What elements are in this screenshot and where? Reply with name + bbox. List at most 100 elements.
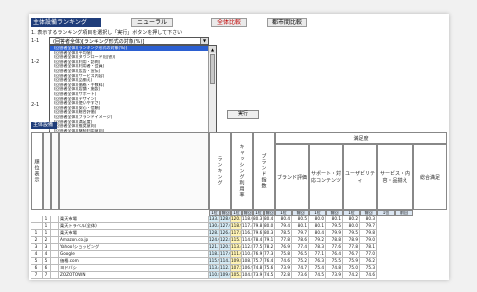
- table-cell: 4: [43, 251, 51, 258]
- table-cell: [51, 265, 59, 272]
- table-cell: 7: [31, 272, 43, 279]
- table-cell: 79.0: [360, 237, 377, 244]
- chevron-down-icon[interactable]: ▼: [200, 38, 208, 44]
- table-cell: 79.4: [275, 223, 292, 230]
- table-cell: 78.6: [292, 237, 309, 244]
- scroll-up-icon[interactable]: ▲: [209, 46, 216, 53]
- table-cell: 79.5: [343, 230, 360, 237]
- satisfaction-group-header: 満足度: [275, 132, 447, 144]
- table-cell: 79.9: [326, 230, 343, 237]
- table-cell: [51, 244, 59, 251]
- table-cell: [51, 230, 59, 237]
- table-cell: [51, 216, 59, 223]
- table-cell: 価格.com: [59, 258, 209, 265]
- table-cell: 3: [43, 244, 51, 251]
- table-row[interactable]: 1 楽天トラベル(全体) 130.4 127.6 118.9 117.4 79.8 80.0 7…: [31, 223, 447, 230]
- table-row[interactable]: 7 7 ZOZOTOWN 110.8 109.6 105.2 104.8 73.9 74.5 72…: [31, 272, 447, 279]
- toolbar: 主体設備ランキング ニューラル 全体比較 都市間比較: [31, 18, 331, 27]
- table-cell: 75.3: [360, 265, 377, 272]
- table-cell: 133.1: [209, 216, 220, 223]
- table-cell: [31, 223, 43, 230]
- table-cell: 122.8: [220, 237, 231, 244]
- execute-button[interactable]: 実行: [227, 110, 259, 119]
- table-cell: 80.4: [309, 230, 326, 237]
- table-cell: 118.2: [209, 251, 220, 258]
- col-usability: ユーザビリティ: [343, 144, 377, 210]
- table-cell: 76.4: [264, 258, 275, 265]
- col-service: サービス・内容・品揃え: [377, 144, 413, 210]
- table-cell: [51, 251, 59, 258]
- table-cell: [51, 272, 59, 279]
- instruction-text: 1. 表示するランキング項目を選択し「実行」ボタンを押して下さい: [31, 30, 183, 36]
- table-cell: 76.3: [309, 258, 326, 265]
- tab-city-compare[interactable]: 都市間比較: [267, 18, 307, 27]
- table-cell: 6: [43, 265, 51, 272]
- tab-overall-compare[interactable]: 全体比較: [211, 18, 247, 27]
- table-cell: 118.6: [242, 216, 253, 223]
- col-support: サポート・対応コンテンツ: [309, 144, 343, 210]
- table-cell: 80.1: [292, 223, 309, 230]
- table-cell: 80.4: [275, 216, 292, 223]
- table-cell: 74.6: [275, 258, 292, 265]
- table-cell: 1: [43, 230, 51, 237]
- table-cell: 79.7: [292, 230, 309, 237]
- table-cell: 78.9: [343, 237, 360, 244]
- table-cell: 75.8: [275, 251, 292, 258]
- table-cell: 80.0: [264, 223, 275, 230]
- table-cell: 74.5: [264, 272, 275, 279]
- table-cell: 110.4: [242, 251, 253, 258]
- table-cell: 5: [31, 258, 43, 265]
- table-cell: 120.1: [231, 216, 242, 223]
- table-cell: 80.3: [360, 216, 377, 223]
- question-label-1: 1-1: [31, 38, 40, 44]
- table-cell: 80.3: [264, 230, 275, 237]
- table-cell: 80.0: [343, 223, 360, 230]
- table-cell: 115.9: [209, 258, 220, 265]
- table-cell: 74.8: [253, 265, 264, 272]
- table-cell: 80.2: [343, 216, 360, 223]
- table-cell: 121.7: [209, 244, 220, 251]
- table-cell: 76.2: [360, 258, 377, 265]
- table-cell: 110.8: [209, 272, 220, 279]
- table-cell: 117.8: [231, 230, 242, 237]
- col-brand-eval: ブランド評価: [275, 144, 309, 210]
- table-cell: 78.2: [264, 244, 275, 251]
- table-row[interactable]: 1 1 楽天市場 128.1 126.4 117.8 116.2 79.6 80.3 78.5 79…: [31, 230, 447, 237]
- table-cell: [51, 237, 59, 244]
- spreadsheet-sheet: 主体設備ランキング ニューラル 全体比較 都市間比較 1. 表示するランキング項…: [29, 14, 449, 280]
- table-cell: 75.2: [292, 258, 309, 265]
- table-row[interactable]: 2 2 Amazon.co.jp 124.6 122.8 115.7 114.0 78.4 79…: [31, 237, 447, 244]
- table-cell: 124.6: [209, 237, 220, 244]
- tab-neural[interactable]: ニューラル: [131, 18, 173, 27]
- table-row[interactable]: 4 4 Google 118.2 117.0 111.6 110.4 76.9 77.3 75.8…: [31, 251, 447, 258]
- table-cell: 112.1: [220, 265, 231, 272]
- table-row[interactable]: 3 3 Yahoo!ショッピング 121.7 120.5 113.4 112.8 77.5 78…: [31, 244, 447, 251]
- table-row[interactable]: 5 5 価格.com 115.9 114.3 109.8 108.7 75.7 76.4 74.6…: [31, 258, 447, 265]
- ranking-item-select[interactable]: (回答者全体)[ランキング形式の対象(%)] ▼: [49, 37, 209, 45]
- table-cell: 1: [31, 230, 43, 237]
- scroll-thumb[interactable]: [210, 54, 215, 84]
- table-cell: 5: [43, 258, 51, 265]
- table-cell: 74.8: [326, 265, 343, 272]
- table-cell: 77.4: [292, 244, 309, 251]
- table-cell: 127.6: [220, 223, 231, 230]
- table-cell: 111.6: [231, 251, 242, 258]
- table-cell: 78.4: [253, 237, 264, 244]
- table-cell: 73.9: [275, 265, 292, 272]
- table-cell: 76.9: [275, 244, 292, 251]
- table-cell: 79.2: [309, 237, 326, 244]
- table-cell: 108.7: [242, 258, 253, 265]
- table-cell: 75.6: [264, 265, 275, 272]
- app-title: 主体設備ランキング: [31, 18, 101, 27]
- table-cell: 楽天トラベル(全体): [59, 223, 209, 230]
- table-cell: 7: [43, 272, 51, 279]
- table-row[interactable]: 6 6 ヨドバシ 113.4 112.1 107.5 106.9 74.8 75.6 73.9 74…: [31, 265, 447, 272]
- table-cell: ヨドバシ: [59, 265, 209, 272]
- table-cell: 77.8: [343, 244, 360, 251]
- table-cell: 76.7: [343, 251, 360, 258]
- table-cell: 76.9: [253, 251, 264, 258]
- table-cell: 73.6: [292, 272, 309, 279]
- table-cell: 75.7: [253, 258, 264, 265]
- table-row[interactable]: 1 楽天市場 133.1 128.0 120.1 118.6 80.3 80.4 80.4 80.…: [31, 216, 447, 223]
- ranking-table: 順位表示 ランキング キャッシング利用率 ブランド指数 満足度 ブランド評価 サ…: [31, 132, 447, 279]
